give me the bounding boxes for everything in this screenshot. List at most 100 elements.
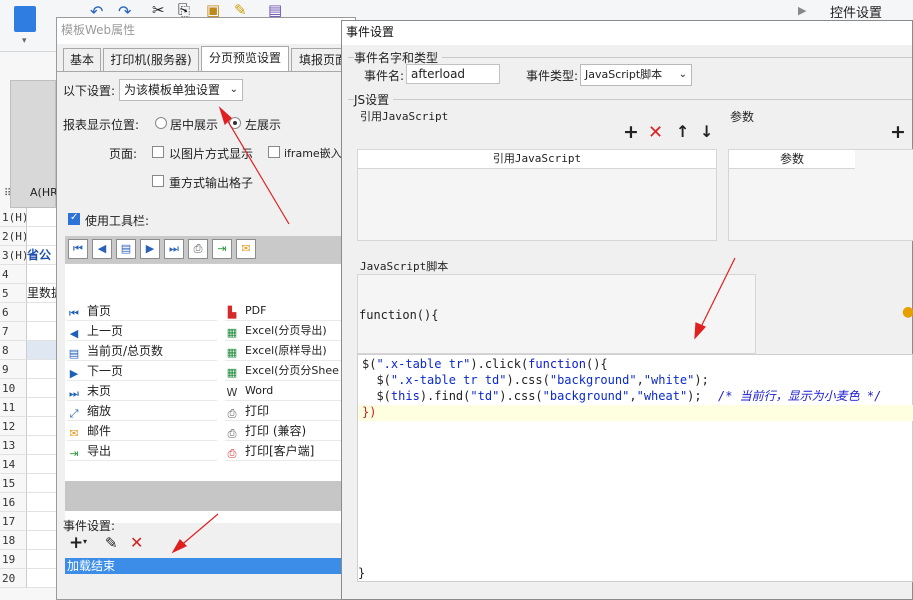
row-number[interactable]: 20 bbox=[0, 569, 26, 588]
grid-cell[interactable] bbox=[26, 531, 58, 550]
list-item[interactable]: ⏭ 末页 bbox=[67, 381, 217, 401]
list-item[interactable]: ⎙ 打印 bbox=[225, 401, 355, 421]
list-item[interactable]: ✉ 邮件 bbox=[67, 421, 217, 441]
list-item[interactable]: ⎙ 打印[客户端] bbox=[225, 441, 355, 461]
list-item[interactable]: ⎙ 打印 (兼容) bbox=[225, 421, 355, 441]
row-number[interactable]: 1(H) bbox=[0, 208, 29, 227]
email-icon[interactable]: ✉ bbox=[236, 239, 256, 259]
list-item[interactable]: ▤ 当前页/总页数 bbox=[67, 341, 217, 361]
grid-cell[interactable] bbox=[26, 436, 58, 455]
list-item[interactable]: ▦ Excel(分页分Shee bbox=[225, 361, 355, 381]
settings-select-value: 为该模板单独设置 bbox=[124, 83, 221, 97]
row-number[interactable]: 3(H) bbox=[0, 246, 29, 265]
first-page-icon[interactable]: ⏮ bbox=[68, 239, 88, 259]
add-param-icon[interactable]: + bbox=[890, 121, 906, 143]
delete-icon[interactable]: ✕ bbox=[130, 533, 143, 552]
js-code-editor[interactable]: $(".x-table tr").click(function(){ $(".x… bbox=[357, 354, 913, 582]
list-item[interactable]: W Word bbox=[225, 381, 355, 401]
use-toolbar-checkbox[interactable] bbox=[68, 212, 80, 225]
move-down-icon[interactable]: ↓ bbox=[700, 122, 713, 141]
row-number[interactable]: 16 bbox=[0, 493, 26, 512]
print-icon[interactable]: ⎙ bbox=[188, 239, 208, 259]
grid-cell[interactable]: 省公 bbox=[26, 246, 58, 265]
row-number[interactable]: 9 bbox=[0, 360, 26, 379]
grid-cell[interactable] bbox=[26, 341, 58, 360]
list-item[interactable]: ▦ Excel(分页导出) bbox=[225, 321, 355, 341]
grid-cell[interactable] bbox=[26, 303, 58, 322]
row-number[interactable]: 7 bbox=[0, 322, 26, 341]
params-table[interactable]: 参数 bbox=[728, 149, 913, 241]
select-all-icon[interactable]: ⠿ bbox=[4, 188, 11, 199]
zoom-icon: ⤢ bbox=[69, 407, 79, 420]
export-icon[interactable]: ⇥ bbox=[212, 239, 232, 259]
edit-icon[interactable]: ✎ bbox=[105, 534, 118, 552]
row-number[interactable]: 15 bbox=[0, 474, 26, 493]
next-page-icon[interactable]: ▶ bbox=[140, 239, 160, 259]
template-icon[interactable] bbox=[14, 6, 36, 32]
column-header-a[interactable]: A(HR bbox=[30, 186, 58, 199]
list-item[interactable]: ▦ Excel(原样导出) bbox=[225, 341, 355, 361]
center-radio[interactable] bbox=[155, 117, 167, 129]
event-type-select[interactable]: JavaScript脚本 ⌄ bbox=[580, 64, 692, 86]
add-event-icon[interactable]: + bbox=[69, 533, 83, 553]
row-number[interactable]: 10 bbox=[0, 379, 26, 398]
row-number[interactable]: 11 bbox=[0, 398, 26, 417]
list-item[interactable]: ⤢ 缩放 bbox=[67, 401, 217, 421]
row-number[interactable]: 12 bbox=[0, 417, 26, 436]
lightbulb-icon[interactable]: ● bbox=[902, 304, 913, 320]
add-js-icon[interactable]: + bbox=[623, 121, 639, 143]
row-number[interactable]: 18 bbox=[0, 531, 26, 550]
list-item[interactable]: ⏮ 首页 bbox=[67, 301, 217, 321]
grid-cell[interactable] bbox=[26, 569, 58, 588]
grid-cell[interactable] bbox=[26, 417, 58, 436]
sheet-grid: ⠿ A(HR 1(H)2(H)3(H)省公45里数据67891011121314… bbox=[0, 52, 58, 600]
grid-cell[interactable] bbox=[26, 455, 58, 474]
image-mode-checkbox[interactable] bbox=[152, 146, 164, 158]
list-item[interactable]: ▶ 下一页 bbox=[67, 361, 217, 381]
grid-cell[interactable]: 里数据 bbox=[26, 284, 58, 303]
grid-cell[interactable] bbox=[26, 474, 58, 493]
grid-cell[interactable] bbox=[26, 512, 58, 531]
ref-js-table[interactable]: 引用JavaScript bbox=[357, 149, 717, 241]
grid-cell[interactable] bbox=[26, 398, 58, 417]
settings-select[interactable]: 为该模板单独设置 ⌄ bbox=[119, 79, 243, 101]
row-number[interactable]: 2(H) bbox=[0, 227, 29, 246]
left-radio[interactable] bbox=[229, 117, 241, 129]
dropdown-icon[interactable]: ▾ bbox=[22, 36, 27, 46]
row-number[interactable]: 5 bbox=[0, 284, 26, 303]
last-page-icon[interactable]: ⏭ bbox=[164, 239, 184, 259]
event-name-input[interactable]: afterload bbox=[406, 64, 500, 84]
grid-cell[interactable] bbox=[26, 360, 58, 379]
row-number[interactable]: 6 bbox=[0, 303, 26, 322]
grid-cell[interactable] bbox=[26, 493, 58, 512]
function-header-box: function(){ bbox=[357, 274, 756, 354]
grid-cell[interactable] bbox=[26, 550, 58, 569]
event-list-item[interactable]: 加载结束 bbox=[65, 558, 355, 574]
iframe-checkbox[interactable] bbox=[268, 146, 280, 158]
row-number[interactable]: 13 bbox=[0, 436, 26, 455]
list-item[interactable]: ▙ PDF bbox=[225, 301, 355, 321]
grid-cell[interactable] bbox=[26, 227, 58, 246]
page-count-icon[interactable]: ▤ bbox=[116, 239, 136, 259]
grid-cell[interactable] bbox=[26, 265, 58, 284]
tab-printer-server[interactable]: 打印机(服务器) bbox=[103, 48, 199, 71]
panel-arrow-icon[interactable]: ▶ bbox=[798, 4, 806, 17]
grid-cell[interactable] bbox=[26, 208, 58, 227]
tab-page-preview[interactable]: 分页预览设置 bbox=[201, 46, 289, 71]
prev-page-icon[interactable]: ◀ bbox=[92, 239, 112, 259]
row-number[interactable]: 14 bbox=[0, 455, 26, 474]
row-number[interactable]: 8 bbox=[0, 341, 26, 360]
list-item[interactable]: ⇥ 导出 bbox=[67, 441, 217, 461]
row-number[interactable]: 19 bbox=[0, 550, 26, 569]
grid-cell[interactable] bbox=[26, 322, 58, 341]
chevron-down-icon[interactable]: ▾ bbox=[83, 537, 87, 546]
tab-basic[interactable]: 基本 bbox=[63, 48, 101, 71]
row-number[interactable]: 17 bbox=[0, 512, 26, 531]
list-item[interactable]: ◀ 上一页 bbox=[67, 321, 217, 341]
grid-cell[interactable] bbox=[26, 379, 58, 398]
row-number[interactable]: 4 bbox=[0, 265, 26, 284]
redo-grid-checkbox[interactable] bbox=[152, 175, 164, 187]
move-up-icon[interactable]: ↑ bbox=[676, 122, 689, 141]
list-item-label: Excel(分页分Shee bbox=[245, 364, 339, 377]
delete-js-icon[interactable]: ✕ bbox=[648, 122, 663, 143]
